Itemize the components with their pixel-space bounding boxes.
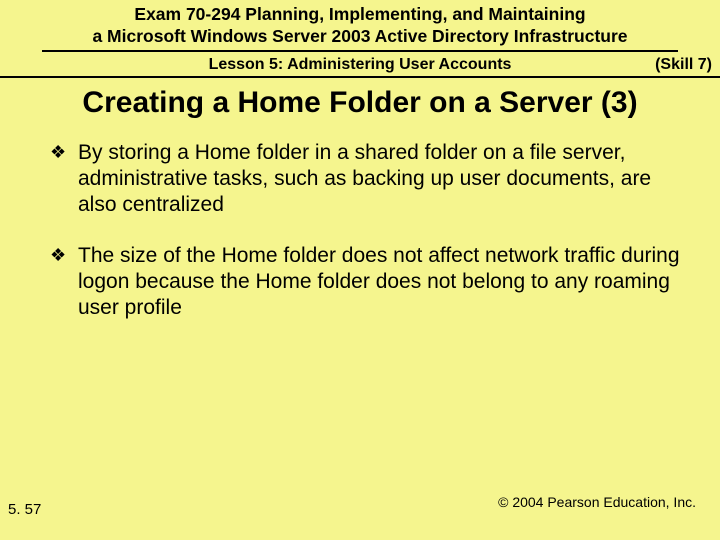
lesson-label: Lesson 5: Administering User Accounts <box>209 56 512 74</box>
header-line1: Exam 70-294 Planning, Implementing, and … <box>0 4 720 26</box>
diamond-bullet-icon: ❖ <box>50 140 78 165</box>
slide-title: Creating a Home Folder on a Server (3) <box>0 86 720 120</box>
list-item: ❖ By storing a Home folder in a shared f… <box>50 140 680 219</box>
bullet-list: ❖ By storing a Home folder in a shared f… <box>50 140 680 322</box>
header-line2: a Microsoft Windows Server 2003 Active D… <box>92 26 627 50</box>
slide-header: Exam 70-294 Planning, Implementing, and … <box>0 0 720 52</box>
copyright-text: © 2004 Pearson Education, Inc. <box>498 494 696 510</box>
diamond-bullet-icon: ❖ <box>50 243 78 268</box>
page-number: 5. 57 <box>8 501 41 518</box>
bullet-text: By storing a Home folder in a shared fol… <box>78 140 680 219</box>
skill-label: (Skill 7) <box>655 56 712 74</box>
slide-subheader: Lesson 5: Administering User Accounts (S… <box>0 52 720 78</box>
bullet-text: The size of the Home folder does not aff… <box>78 243 680 322</box>
list-item: ❖ The size of the Home folder does not a… <box>50 243 680 322</box>
